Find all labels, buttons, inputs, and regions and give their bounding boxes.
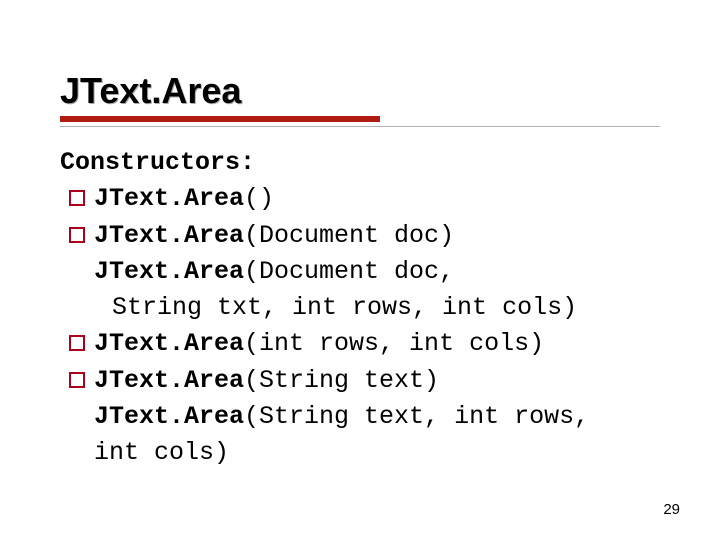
signature-continuation: String txt, int rows, int cols) [60,290,660,326]
signature: (String text) [244,366,439,395]
square-bullet-icon [60,181,94,215]
signature-continuation: int cols) [60,435,660,471]
signature: () [244,184,274,213]
class-name: JText.Area [94,184,244,213]
constructor-text: JText.Area(String text, int rows, [94,399,660,435]
list-item-continuation: String txt, int rows, int cols) [60,290,660,326]
constructor-text: JText.Area() [94,181,660,217]
page-number: 29 [663,501,680,518]
constructor-text: JText.Area(String text) [94,363,660,399]
slide: JText.Area Constructors: JText.Area() JT… [0,0,720,540]
bullet-spacer [60,254,94,288]
class-name: JText.Area [94,257,244,286]
signature: (Document doc) [244,221,454,250]
square-bullet-icon [60,363,94,397]
signature: (String text, int rows, [244,402,589,431]
list-item: JText.Area() [60,181,660,217]
constructors-heading: Constructors: [60,145,660,181]
signature: (int rows, int cols) [244,329,544,358]
list-item: JText.Area(String text, int rows, [60,399,660,435]
title-underline-red [60,116,380,122]
square-bullet-icon [60,326,94,360]
list-item: JText.Area(int rows, int cols) [60,326,660,362]
list-item: JText.Area(String text) [60,363,660,399]
class-name: JText.Area [94,402,244,431]
class-name: JText.Area [94,221,244,250]
title-underline-gray [60,126,660,127]
list-item: JText.Area(Document doc, [60,254,660,290]
constructor-text: JText.Area(int rows, int cols) [94,326,660,362]
body: Constructors: JText.Area() JText.Area(Do… [60,145,660,471]
class-name: JText.Area [94,366,244,395]
list-item-continuation: int cols) [60,435,660,471]
page-title: JText.Area [60,70,660,112]
list-item: JText.Area(Document doc) [60,218,660,254]
signature: (Document doc, [244,257,454,286]
constructor-text: JText.Area(Document doc) [94,218,660,254]
bullet-spacer [60,399,94,433]
class-name: JText.Area [94,329,244,358]
square-bullet-icon [60,218,94,252]
constructor-text: JText.Area(Document doc, [94,254,660,290]
